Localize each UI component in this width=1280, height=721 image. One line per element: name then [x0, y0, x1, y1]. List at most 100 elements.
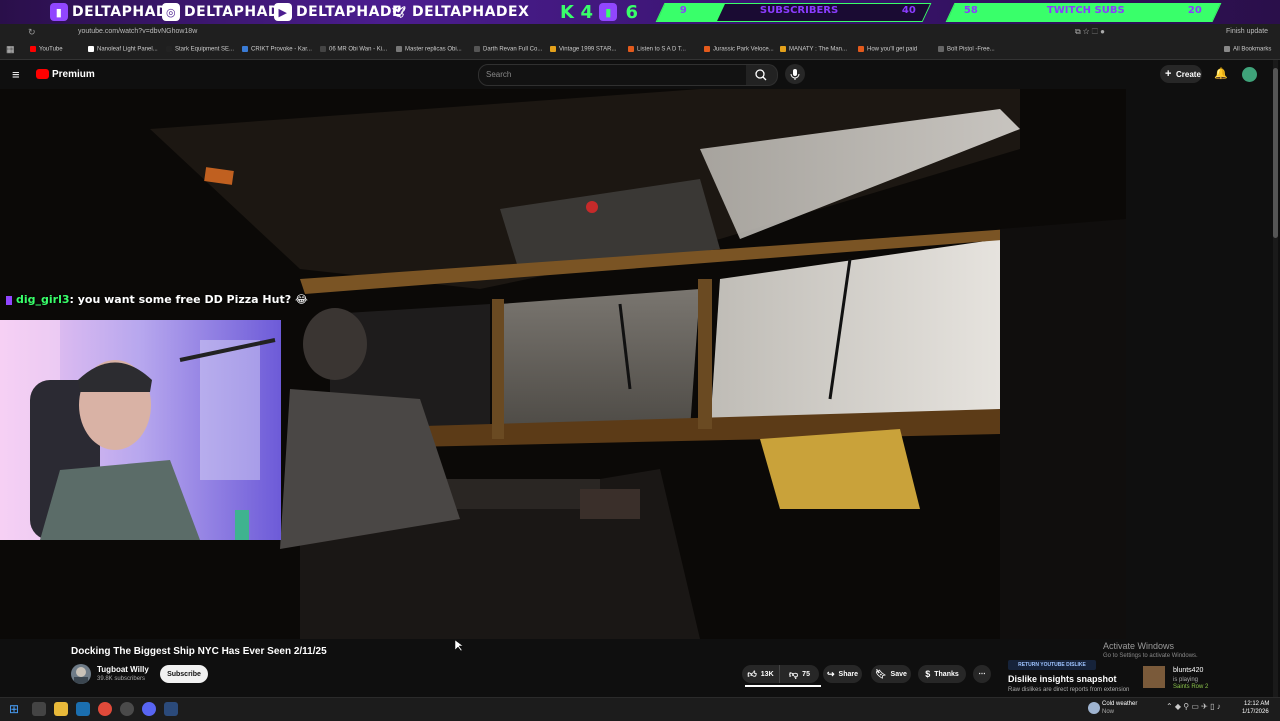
youtube-logo-icon[interactable] — [36, 69, 49, 79]
activate-windows-title: Activate Windows — [1103, 641, 1175, 651]
friend-avatar — [1143, 666, 1165, 688]
twitch-icon: ▮ — [599, 3, 618, 21]
chat-text: : you want some free DD Pizza Hut? 😂 — [69, 293, 308, 306]
bookmark-item[interactable]: Bolt Pistol -Free... — [938, 46, 995, 53]
windows-taskbar: ⊞ Cold weather Now ⌃ ◆ ⚲ ▭ ✈ ▯ ♪ 12:12 A… — [0, 697, 1280, 721]
page-scrollbar[interactable] — [1273, 60, 1278, 697]
youtube-premium-logo[interactable]: Premium — [52, 69, 95, 80]
url-field[interactable]: youtube.com/watch?v=dbvNGhow18w — [78, 28, 197, 35]
subscribers-goal-bar: 9 SUBSCRIBERS 40 — [655, 3, 932, 22]
bookmark-item[interactable]: Vintage 1999 STAR... — [550, 46, 616, 53]
clock-date[interactable]: 1/17/2026 — [1242, 709, 1269, 715]
extensions-icon[interactable]: ⧉ ☆ ⬚ ● — [1075, 27, 1105, 37]
microphone-icon — [790, 69, 800, 80]
ryd-badge: RETURN YOUTUBE DISLIKE — [1008, 660, 1096, 670]
search-icon — [755, 69, 767, 81]
chrome-icon[interactable] — [98, 702, 112, 716]
chat-message: dig_girl3: you want some free DD Pizza H… — [6, 293, 308, 306]
all-bookmarks-button[interactable]: All Bookmarks — [1224, 46, 1271, 53]
weather-subtitle: Now — [1102, 709, 1115, 715]
overlay-handle-twitter: 🕊 DELTAPHADEX — [391, 4, 530, 20]
mouse-cursor-icon — [455, 640, 463, 652]
bookmark-item[interactable]: Master replicas Obi... — [396, 46, 462, 53]
bookmark-item[interactable]: MANATY : The Man... — [780, 46, 847, 53]
plus-icon: + — [1165, 68, 1172, 80]
browser-address-bar: ↻ youtube.com/watch?v=dbvNGhow18w ⧉ ☆ ⬚ … — [0, 24, 1280, 41]
reload-icon[interactable]: ↻ — [28, 27, 36, 38]
bookmark-item[interactable]: CRIKT Provoke - Kar... — [242, 46, 312, 53]
kick-count: K 4 ▮ 6 — [560, 1, 639, 23]
discord-icon[interactable] — [142, 702, 156, 716]
clock-time[interactable]: 12:12 AM — [1244, 701, 1269, 707]
notifications-bell-icon[interactable]: 🔔 — [1214, 67, 1228, 80]
bookmark-item[interactable]: YouTube — [30, 46, 63, 53]
video-title: Docking The Biggest Ship NYC Has Ever Se… — [71, 646, 327, 657]
channel-avatar-image — [74, 667, 88, 684]
twitch-icon: ▮ — [50, 3, 68, 21]
share-button[interactable]: ↪ Share — [823, 665, 862, 683]
thanks-button[interactable]: $ Thanks — [918, 665, 966, 683]
activate-windows-subtitle: Go to Settings to activate Windows. — [1103, 653, 1198, 659]
kick-icon: K — [560, 1, 575, 23]
friend-activity-toast[interactable]: blunts420 is playing Saints Row 2 — [1141, 664, 1231, 694]
ryd-text: Raw dislikes are direct reports from ext… — [1008, 687, 1130, 693]
twitch-subs-goal-bar: 58 TWITCH SUBS 20 — [945, 3, 1222, 22]
apps-icon[interactable]: ▦ — [6, 44, 15, 55]
bookmark-icon: 🔖︎ — [875, 668, 887, 679]
overlay-handle-instagram: ◎ DELTAPHADE — [162, 2, 290, 22]
finish-update-button[interactable]: Finish update — [1226, 28, 1268, 35]
bookmark-item[interactable]: Jurassic Park Veloce... — [704, 46, 774, 53]
more-actions-button[interactable]: ⋯ — [973, 665, 991, 683]
instagram-icon: ◎ — [162, 3, 180, 21]
webcam-feed — [0, 320, 281, 540]
obs-icon[interactable] — [120, 702, 134, 716]
bookmark-item[interactable]: How you'll get paid — [858, 46, 917, 53]
search-input[interactable]: Search — [478, 64, 748, 86]
stream-overlay-banner: ▮ DELTAPHADE ◎ DELTAPHADE ▶ DELTAPHADE 🕊 DEL… — [0, 0, 1280, 24]
chat-username: dig_girl3 — [16, 293, 70, 306]
dislike-button[interactable]: 👎︎ 75 — [779, 665, 819, 683]
ryd-title: Dislike insights snapshot — [1008, 674, 1117, 684]
voice-search-button[interactable] — [785, 64, 805, 84]
file-explorer-icon[interactable] — [54, 702, 68, 716]
overlay-handle-youtube: ▶ DELTAPHADE — [274, 2, 402, 22]
weather-title[interactable]: Cold weather — [1102, 701, 1137, 707]
account-avatar[interactable] — [1242, 67, 1257, 82]
create-button[interactable]: + Create — [1160, 65, 1202, 83]
channel-name[interactable]: Tugboat Willy — [97, 665, 149, 674]
like-ratio-fill — [745, 685, 821, 687]
chat-badge-icon — [6, 295, 12, 305]
like-ratio-bar — [745, 685, 821, 687]
bookmarks-bar: ▦ YouTube Nanoleaf Light Panel... Stark … — [0, 41, 1280, 60]
thumbs-up-icon: 👍︎ — [747, 668, 757, 679]
more-icon: ⋯ — [978, 671, 986, 678]
overlay-handle-twitch: ▮ DELTAPHADE — [50, 2, 178, 22]
bookmark-item[interactable]: Darth Revan Full Co... — [474, 46, 542, 53]
subscribers-goal-fill — [657, 4, 725, 21]
bookmark-item[interactable]: Listen to S A D T... — [628, 46, 686, 53]
bookmark-item[interactable]: Nanoleaf Light Panel... — [88, 46, 158, 53]
subscriber-count: 39.8K subscribers — [97, 676, 146, 682]
task-view-icon[interactable] — [32, 702, 46, 716]
system-tray-icons[interactable]: ⌃ ◆ ⚲ ▭ ✈ ▯ ♪ — [1166, 702, 1221, 711]
weather-icon[interactable] — [1088, 702, 1100, 714]
subscribe-button[interactable]: Subscribe — [160, 665, 208, 683]
steam-icon[interactable] — [76, 702, 90, 716]
save-button[interactable]: 🔖︎ Save — [871, 665, 911, 683]
like-button[interactable]: 👍︎ 13K — [742, 665, 779, 683]
bookmark-item[interactable]: Stark Equipment SE... — [166, 46, 234, 53]
menu-icon[interactable]: ≡ — [12, 67, 20, 82]
search-button[interactable] — [746, 64, 778, 86]
webcam-image — [0, 320, 281, 540]
start-icon[interactable]: ⊞ — [9, 702, 23, 716]
app-icon[interactable] — [164, 702, 178, 716]
thumbs-down-icon: 👎︎ — [789, 668, 799, 679]
share-icon: ↪ — [826, 668, 835, 679]
channel-avatar[interactable] — [71, 664, 91, 684]
thanks-icon: $ — [925, 669, 931, 679]
scrollbar-thumb[interactable] — [1273, 68, 1278, 238]
right-margin — [1126, 89, 1270, 639]
bookmark-item[interactable]: 06 MR Obi Wan - Ki... — [320, 46, 387, 53]
twitter-icon: 🕊 — [391, 5, 407, 19]
youtube-icon: ▶ — [274, 3, 292, 21]
